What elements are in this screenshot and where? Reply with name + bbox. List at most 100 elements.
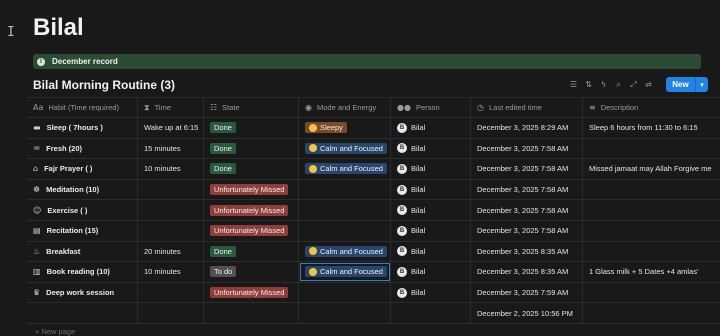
automation-icon[interactable]: ϟ (596, 77, 611, 92)
person-cell[interactable]: B Bilal (391, 220, 471, 241)
mode-tag[interactable]: Calm and Focused (305, 142, 387, 154)
search-icon[interactable]: ⌕ (611, 77, 626, 92)
table-row[interactable]: ⌂ Fajr Prayer ( ) 10 minutes Done Calm and F… (27, 159, 720, 180)
table-row[interactable]: ▥ Book reading (10) 10 minutes To do Calm an… (27, 262, 720, 283)
description-cell[interactable] (583, 283, 720, 303)
mode-tag[interactable]: Sleepy (305, 122, 347, 134)
time-cell[interactable] (138, 200, 204, 220)
state-cell[interactable] (204, 303, 299, 323)
new-page-button[interactable]: + New page (35, 327, 75, 336)
time-cell[interactable] (138, 282, 204, 303)
mode-cell[interactable] (299, 220, 391, 241)
state-cell[interactable]: Unfortunately Missed (204, 200, 299, 220)
column-header-state[interactable]: ☷ State (204, 98, 299, 117)
habit-cell[interactable]: ♨ Breakfast (27, 241, 138, 262)
time-cell[interactable]: 10 minutes (138, 262, 204, 282)
mode-cell[interactable] (299, 179, 391, 200)
person-cell[interactable]: B Bilal (391, 200, 471, 220)
person-cell[interactable]: B Bilal (391, 159, 471, 179)
habit-cell[interactable]: ♒ Fresh (20) (27, 138, 138, 159)
state-cell[interactable]: Done (204, 138, 299, 159)
state-tag[interactable]: Unfortunately Missed (210, 225, 289, 237)
description-cell[interactable] (583, 303, 720, 323)
person-cell[interactable]: B Bilal (391, 282, 471, 303)
mode-tag[interactable]: Calm and Focused (305, 266, 387, 278)
mode-cell[interactable]: Calm and Focused (299, 159, 391, 179)
sort-icon[interactable]: ⇅ (581, 77, 596, 92)
mode-cell[interactable]: Calm and Focused (299, 241, 391, 262)
table-row[interactable]: December 2, 2025 10:56 PM (27, 303, 720, 324)
table-row[interactable]: ♒ Fresh (20) 15 minutes Done Calm and Focuse… (27, 138, 720, 160)
time-cell[interactable]: 10 minutes (138, 159, 204, 179)
mode-cell[interactable] (299, 282, 391, 303)
habit-cell[interactable]: ▥ Book reading (10) (27, 262, 138, 282)
time-cell[interactable]: Wake up at 6:15 (138, 118, 204, 138)
column-header-description[interactable]: ≡ Description (583, 98, 720, 117)
habit-cell[interactable]: ▬ Sleep ( 7hours ) (27, 118, 138, 138)
state-tag[interactable]: Done (210, 245, 236, 257)
time-cell[interactable] (138, 303, 204, 323)
table-row[interactable]: ▬ Sleep ( 7hours ) Wake up at 6:15 Done Slee… (27, 118, 720, 139)
state-cell[interactable]: To do (204, 262, 299, 282)
state-cell[interactable]: Unfortunately Missed (204, 179, 299, 200)
expand-icon[interactable]: ⤢ (626, 77, 641, 92)
state-cell[interactable]: Unfortunately Missed (204, 220, 299, 241)
chevron-down-icon[interactable]: ▾ (695, 77, 708, 92)
description-cell[interactable] (583, 242, 720, 262)
time-cell[interactable]: 20 minutes (138, 241, 204, 262)
habit-cell[interactable]: ☺ Exercise ( ) (27, 200, 138, 220)
table-row[interactable]: ☺ Exercise ( ) Unfortunately Missed B Bilal D… (27, 200, 720, 221)
callout[interactable]: i December record (33, 54, 701, 69)
description-cell[interactable]: Sleep 6 hours from 11:30 to 6:15 (583, 118, 720, 138)
state-tag[interactable]: Done (210, 163, 236, 175)
time-cell[interactable] (138, 220, 204, 241)
description-cell[interactable] (583, 221, 720, 241)
state-cell[interactable]: Done (204, 159, 299, 179)
habit-cell[interactable]: ⌂ Fajr Prayer ( ) (27, 159, 138, 179)
state-cell[interactable]: Done (204, 118, 299, 138)
state-cell[interactable]: Done (204, 241, 299, 262)
table-row[interactable]: ▤ Recitation (15) Unfortunately Missed B Bil… (27, 220, 720, 242)
column-header-habit[interactable]: Aa Habit (Time required) (27, 98, 138, 117)
description-cell[interactable]: 1 Glass milk + 5 Dates +4 amlas' (583, 262, 720, 282)
person-cell[interactable]: B Bilal (391, 138, 471, 159)
habit-cell[interactable]: ▤ Recitation (15) (27, 220, 138, 241)
table-row[interactable]: ♛ Deep work session Unfortunately Missed B B… (27, 282, 720, 304)
mode-tag[interactable]: Calm and Focused (305, 163, 387, 175)
page-title[interactable]: Bilal (33, 14, 84, 42)
table-row[interactable]: ☸ Meditation (10) Unfortunately Missed B Bil… (27, 179, 720, 201)
state-cell[interactable]: Unfortunately Missed (204, 282, 299, 303)
column-header-mode[interactable]: ◉ Mode and Energy (299, 98, 391, 117)
mode-tag[interactable]: Calm and Focused (305, 245, 387, 257)
state-tag[interactable]: Unfortunately Missed (210, 184, 289, 196)
mode-cell[interactable]: Calm and Focused (299, 262, 391, 282)
column-header-edited[interactable]: ◷ Last edited time (471, 98, 583, 117)
mode-cell[interactable]: Sleepy (299, 118, 391, 138)
filter-icon[interactable]: ☰ (566, 77, 581, 92)
person-cell[interactable]: B Bilal (391, 118, 471, 138)
mode-cell[interactable] (299, 200, 391, 220)
person-cell[interactable]: B Bilal (391, 262, 471, 282)
column-header-person[interactable]: ●● Person (391, 98, 471, 117)
time-cell[interactable] (138, 179, 204, 200)
state-tag[interactable]: Done (210, 142, 236, 154)
person-cell[interactable]: B Bilal (391, 241, 471, 262)
database-title[interactable]: Bilal Morning Routine (3) (33, 78, 175, 92)
person-cell[interactable] (391, 303, 471, 323)
new-button[interactable]: New ▾ (666, 77, 708, 92)
mode-cell[interactable] (299, 303, 391, 323)
habit-cell[interactable]: ♛ Deep work session (27, 282, 138, 303)
habit-cell[interactable]: ☸ Meditation (10) (27, 179, 138, 200)
description-cell[interactable]: Missed jamaat may Allah Forgive me (583, 159, 720, 179)
state-tag[interactable]: Done (210, 122, 236, 134)
person-cell[interactable]: B Bilal (391, 179, 471, 200)
column-header-time[interactable]: ⧗ Time (138, 98, 204, 117)
table-row[interactable]: ♨ Breakfast 20 minutes Done Calm and Focused… (27, 241, 720, 263)
state-tag[interactable]: Unfortunately Missed (210, 287, 289, 299)
mode-cell[interactable]: Calm and Focused (299, 138, 391, 159)
state-tag[interactable]: Unfortunately Missed (210, 204, 289, 216)
state-tag[interactable]: To do (210, 266, 237, 278)
description-cell[interactable] (583, 139, 720, 159)
habit-cell[interactable] (27, 303, 138, 323)
description-cell[interactable] (583, 180, 720, 200)
